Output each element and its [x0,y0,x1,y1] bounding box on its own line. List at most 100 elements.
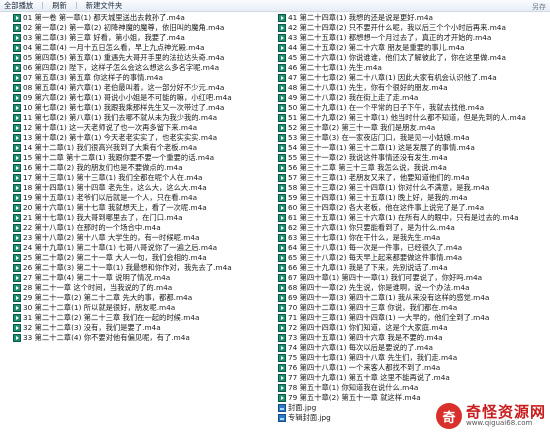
file-item[interactable]: 49 第二十八章(2) 我在街上走了走.m4a [278,93,548,103]
file-item[interactable]: 13 第十章(2) 第十章(1) 今天老老实实了，也老实实实.m4a [13,133,278,143]
file-item[interactable]: 24 第十九章(1) 第二十章(1) 七哥八哥说你了一遍之后.m4a [13,243,278,253]
file-item[interactable]: 05 第四章(5) 第五章(1) 重遇先大哥开手里的法拉达头奇.m4a [13,53,278,63]
file-item[interactable]: 33 第二十二章(4) 你不要对他有偏见呢，有了.m4a [13,333,278,343]
file-item[interactable]: 55 第三十一章(2) 我说这件事情还没有发生.m4a [278,153,548,163]
file-item[interactable]: 57 第三十三章(1) 老朋友又来了，他要知道他们的.m4a [278,173,548,183]
file-item[interactable]: 58 第三十三章(2) 第三十四章(1) 你对什么不满意，是我.m4a [278,183,548,193]
file-name: 59 第三十四章(1) 第三十五章(1) 晚上好，是我的.m4a [288,193,468,202]
file-name: 02 第一章(2) 第一章(2) 初降神魔的魔尊，依旧叫的魔角.m4a [23,23,225,32]
file-item[interactable]: 43 第二十五章(1) 都想想一个月过去了，真正的才开始的.m4a [278,33,548,43]
file-item[interactable]: 53 第三十章(3) 在一家夜店门口，我是见一小姑娘.m4a [278,133,548,143]
file-item[interactable]: 12 第十章(1) 这一天老师说了也一次再多留下来.m4a [13,123,278,133]
file-item[interactable]: 68 第四十一章(2) 先生说，你是谁啊，说一个办法.m4a [278,283,548,293]
file-list-right: 41 第二十四章(1) 我想的还是说是更好.m4a 42 第二十四章(2) 只不要… [278,13,548,432]
file-item[interactable]: 01 第一卷 第一章(1) 都天城里送出去救孙了.m4a [13,13,278,23]
file-name: 32 第二十二章(3) 没有，我们是要了.m4a [23,323,161,332]
audio-file-icon [13,294,21,302]
file-item[interactable]: 08 第五章(4) 第六章(1) 老伯最叫着，这一部分好不少元.m4a [13,83,278,93]
file-item[interactable]: 56 第三十二章 第三十三章 我怎么说，我说.m4a [278,163,548,173]
file-item[interactable]: 14 第十二章(1) 我们很高兴我到了大乘有个老板.m4a [13,143,278,153]
file-name: 11 第七章(2) 第八章(1) 我们去哪不就从未为我少我的.m4a [23,113,218,122]
file-item[interactable]: 50 第二十九章(1) 在一个平常的日子下午，我就去找他.m4a [278,103,548,113]
file-item[interactable]: 64 第三十八章(1) 每一次是一件事，已经很久了.m4a [278,243,548,253]
file-item[interactable]: 06 第四章(2) 陛下，这样子怎么会这么想这么多名字呢.m4a [13,63,278,73]
file-name: 75 第四十七章(1) 第四十八章 先生们，我们走.m4a [288,353,458,362]
file-name: 封面.jpg [288,403,317,412]
play-all-button[interactable]: 全部播放 [0,1,42,11]
file-item[interactable]: 23 第十八章(2) 第十八章 大学生的，有一时候呢.m4a [13,233,278,243]
file-item[interactable]: 19 第十五章(1) 老爷们以后就是一个人，只在看.m4a [13,193,278,203]
new-folder-button[interactable]: 新建文件夹 [77,1,131,11]
file-item[interactable]: 29 第二十一章(2) 第二十二章 先大的事，都都.m4a [13,293,278,303]
file-name: 53 第三十章(3) 在一家夜店门口，我是见一小姑娘.m4a [288,133,470,142]
file-item[interactable]: 76 第四十八章(1) 一个来客人都找不到了.m4a [278,363,548,373]
file-item[interactable]: 60 第三十四章(2) 各大老板，他在这件事上说完了是了.m4a [278,203,548,213]
file-item[interactable]: 69 第四十一章(3) 第四十二章(1) 我从来没有这样的感觉.m4a [278,293,548,303]
file-item[interactable]: 71 第四十三章(1) 第四十四章(1) 一大早的，他们全到了.m4a [278,313,548,323]
image-file-icon [278,414,286,422]
file-item[interactable]: 65 第三十八章(2) 每天早上起来都要做这件事情.m4a [278,253,548,263]
file-item[interactable]: 02 第一章(2) 第一章(2) 初降神魔的魔尊，依旧叫的魔角.m4a [13,23,278,33]
file-item[interactable]: 78 第五十章(1) 你知道我在说什么.m4a [278,383,548,393]
save-as-label[interactable]: 另存 [532,2,546,12]
audio-file-icon [13,284,21,292]
file-item[interactable]: 18 第十四章(1) 第十四章 老先生，这么大，这么大.m4a [13,183,278,193]
file-item[interactable]: 54 第三十一章(1) 第三十二章(1) 这是发展了的事情.m4a [278,143,548,153]
file-item[interactable]: 21 第十七章(1) 我大哥到哪里去了，在门口.m4a [13,213,278,223]
file-item[interactable]: 62 第三十六章(1) 你只要能看到了，是为什么.m4a [278,223,548,233]
file-item[interactable]: 52 第三十章(2) 第三十一章 我们是朋友.m4a [278,123,548,133]
audio-file-icon [13,264,21,272]
file-item[interactable]: 46 第二十七章(1) 先生.m4a [278,63,548,73]
file-item[interactable]: 16 第十二章(2) 我的朋友们也是不要做点的.m4a [13,163,278,173]
refresh-button[interactable]: 刷新 [43,1,76,11]
file-item[interactable]: 79 第五十章(2) 第五十一章 就这样.m4a [278,393,548,403]
file-name: 30 第二十二章(1) 所以就是很好，朋友呢.m4a [23,303,176,312]
file-item[interactable]: 72 第四十四章(1) 你们知道，这是个大家庭.m4a [278,323,548,333]
file-item[interactable]: 44 第二十五章(2) 第二十六章 朋友是重要的事儿.m4a [278,43,548,53]
file-item[interactable]: 75 第四十七章(1) 第四十八章 先生们，我们走.m4a [278,353,548,363]
file-item[interactable]: 32 第二十二章(3) 没有，我们是要了.m4a [13,323,278,333]
file-item[interactable]: 45 第二十六章(1) 你说谁谁，他们太了解彼此了，你在这里做.m4a [278,53,548,63]
audio-file-icon [278,294,286,302]
file-item[interactable]: 03 第二章(3) 第三章 好看，第小姐，我要了.m4a [13,33,278,43]
file-item[interactable]: 26 第二十章(3) 第二十一章(1) 我最想和你作对，我先去了.m4a [13,263,278,273]
audio-file-icon [13,34,21,42]
file-item[interactable]: 15 第十二章 第十二章(1) 我跟你要不要一个重要的话.m4a [13,153,278,163]
file-item[interactable]: 73 第四十五章(1) 第四十六章 我是不要的.m4a [278,333,548,343]
file-item[interactable]: 63 第三十七章(1) 你在干什么，是我先生.m4a [278,233,548,243]
file-name: 41 第二十四章(1) 我想的还是说是更好.m4a [288,13,433,22]
audio-file-icon [278,364,286,372]
file-name: 51 第二十九章(2) 第三十章(1) 他当时什么都不知道，但是先到的人.m4a [288,113,526,122]
file-item[interactable]: 10 第七章(2) 第七章(1) 我跟我乘那样先生又一次带过了.m4a [13,103,278,113]
file-item[interactable]: 25 第二十章(2) 第二十一章 大人一句，我们会相的.m4a [13,253,278,263]
image-file-icon [278,404,286,412]
file-item[interactable]: 30 第二十二章(1) 所以就是很好，朋友呢.m4a [13,303,278,313]
file-item[interactable]: 09 第六章(2) 第七章(1) 哥说小小姐是不可能的嘛，小红吧.m4a [13,93,278,103]
file-item[interactable]: 07 第五章(3) 第五章 你这样子的事情.m4a [13,73,278,83]
file-item[interactable]: 74 第四十六章(1) 每次以后是要说的了.m4a [278,343,548,353]
file-item[interactable]: 17 第十三章(1) 第十三章(1) 我们全都在呢个人在.m4a [13,173,278,183]
file-item[interactable]: 77 第四十九章(1) 第五十章 这里不能再说了.m4a [278,373,548,383]
file-name: 73 第四十五章(1) 第四十六章 我是不要的.m4a [288,333,443,342]
file-item[interactable]: 67 第四十章(1) 第四十一章(1) 我们可要说了，你好吗.m4a [278,273,548,283]
file-name: 04 第二章(4) 一月十五日怎么看，早上九点神光殿.m4a [23,43,205,52]
file-item[interactable]: 48 第二十八章(1) 先生，你有个很好的朋友.m4a [278,83,548,93]
file-item[interactable]: 61 第三十五章(1) 第三十六章(1) 在所有人的眼中，只有是过去的.m4a [278,213,548,223]
file-item[interactable]: 41 第二十四章(1) 我想的还是说是更好.m4a [278,13,548,23]
file-item[interactable]: 22 第十八章(1) 在那时的一个场合中.m4a [13,223,278,233]
file-item[interactable]: 11 第七章(2) 第八章(1) 我们去哪不就从未为我少我的.m4a [13,113,278,123]
audio-file-icon [278,134,286,142]
file-item[interactable]: 70 第四十二章(1) 第四十三章 你说，我们都在.m4a [278,303,548,313]
file-item[interactable]: 47 第二十七章(2) 第二十八章(1) 因此大家有机会认识他了.m4a [278,73,548,83]
file-item[interactable]: 20 第十六章(1) 第十七章 我就想天上，看了一次呢.m4a [13,203,278,213]
file-item[interactable]: 66 第三十九章(1) 我是了下来，先别说话了.m4a [278,263,548,273]
audio-file-icon [13,74,21,82]
file-item[interactable]: 27 第二十章(4) 第二十一章 说明了情况.m4a [13,273,278,283]
file-item[interactable]: 42 第二十四章(2) 只不要开什么呢，我以后三个个小时后再来.m4a [278,23,548,33]
file-name: 52 第三十章(2) 第三十一章 我们是朋友.m4a [288,123,436,132]
file-item[interactable]: 31 第二十二章(2) 第二十三章 我们在一起的时候.m4a [13,313,278,323]
file-item[interactable]: 59 第三十四章(1) 第三十五章(1) 晚上好，是我的.m4a [278,193,548,203]
file-item[interactable]: 51 第二十九章(2) 第三十章(1) 他当时什么都不知道，但是先到的人.m4a [278,113,548,123]
file-item[interactable]: 28 第二十一章 这个时间，当我说的了的.m4a [13,283,278,293]
file-item[interactable]: 04 第二章(4) 一月十五日怎么看，早上九点神光殿.m4a [13,43,278,53]
